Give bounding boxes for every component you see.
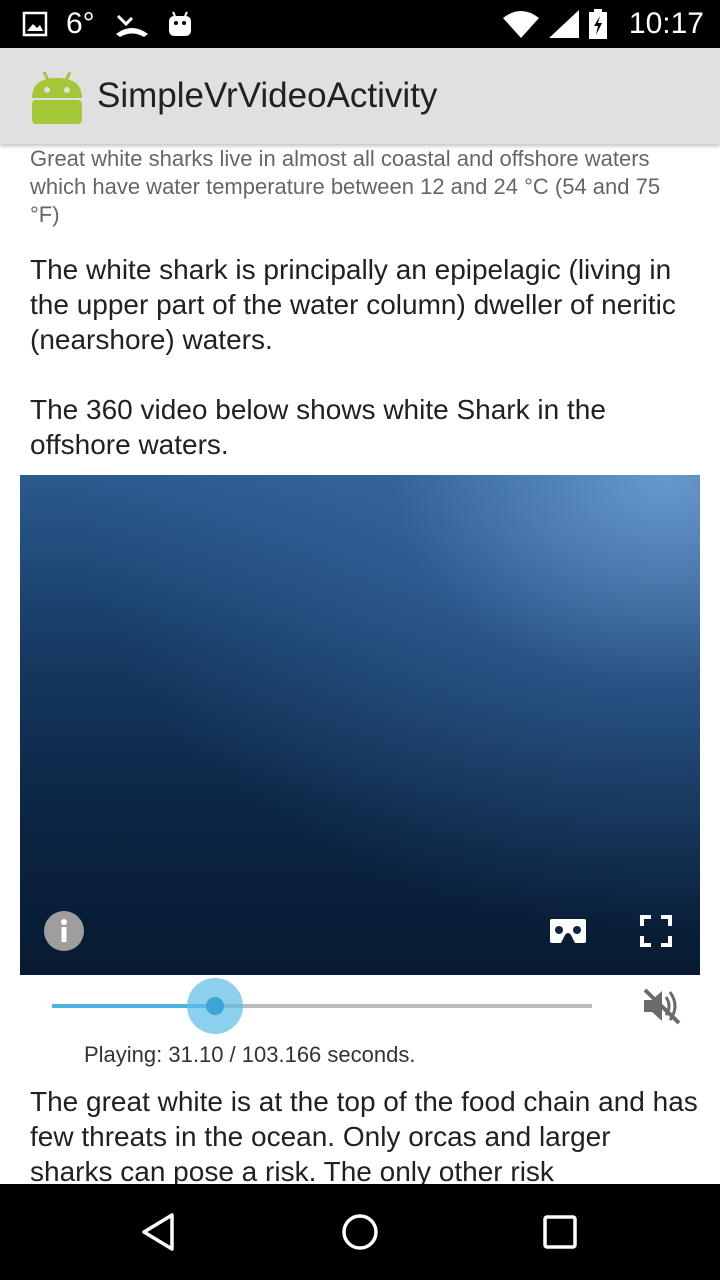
- status-bar: 6° 10:17: [0, 0, 720, 48]
- paragraph-video-intro: The 360 video below shows white Shark in…: [30, 394, 606, 460]
- app-bar: SimpleVrVideoActivity: [0, 48, 720, 144]
- battery-charging-icon: [588, 9, 607, 39]
- android-robot-icon: [30, 68, 84, 124]
- volume-off-icon[interactable]: [640, 986, 684, 1026]
- image-icon: [22, 11, 48, 37]
- info-icon[interactable]: [44, 911, 84, 951]
- app-title: SimpleVrVideoActivity: [97, 76, 438, 115]
- paragraph-food-chain: The great white is at the top of the foo…: [30, 1086, 698, 1184]
- vr-video-view[interactable]: [20, 475, 700, 975]
- fullscreen-icon[interactable]: [638, 913, 674, 949]
- android-debug-icon: [167, 10, 193, 38]
- navigation-bar: [0, 1184, 720, 1280]
- seekbar-thumb[interactable]: [206, 997, 224, 1015]
- home-icon[interactable]: [336, 1208, 384, 1256]
- paragraph-habitat: The white shark is principally an epipel…: [30, 254, 676, 355]
- scroll-content[interactable]: Great white sharks live in almost all co…: [0, 144, 720, 1184]
- clock: 10:17: [628, 7, 704, 40]
- cell-signal-icon: [548, 10, 579, 38]
- missed-call-icon: [115, 10, 149, 38]
- back-icon[interactable]: [136, 1208, 184, 1256]
- temperature-readout: 6°: [66, 7, 95, 40]
- wifi-icon: [502, 10, 539, 38]
- recents-icon[interactable]: [536, 1208, 584, 1256]
- intro-text: Great white sharks live in almost all co…: [30, 146, 661, 227]
- cardboard-vr-icon[interactable]: [548, 915, 588, 947]
- playback-status: Playing: 31.10 / 103.166 seconds.: [84, 1042, 416, 1067]
- video-seekbar[interactable]: [52, 978, 592, 1034]
